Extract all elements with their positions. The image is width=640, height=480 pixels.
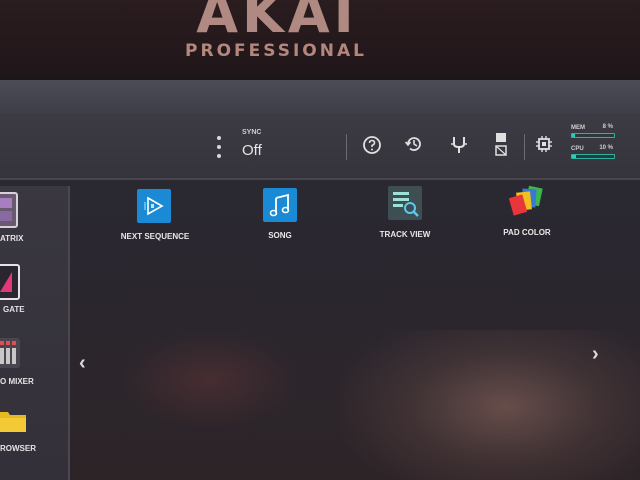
cpu-value: 10 % bbox=[599, 145, 613, 151]
track-view-icon bbox=[388, 186, 422, 220]
screen-top-strip bbox=[0, 80, 640, 114]
mem-meter bbox=[571, 133, 615, 138]
sidebar-item-label: O MIXER bbox=[0, 377, 34, 386]
prev-page-button[interactable]: ‹ bbox=[79, 352, 86, 375]
cpu-meter bbox=[571, 154, 615, 159]
chip-icon[interactable] bbox=[534, 134, 554, 154]
sidebar-item-label: ATRIX bbox=[0, 234, 24, 243]
tile-label: PAD COLOR bbox=[503, 228, 551, 237]
sync-value-button[interactable]: Off bbox=[242, 142, 262, 159]
matrix-icon bbox=[0, 192, 18, 228]
pad-color-icon bbox=[508, 184, 543, 218]
folder-icon bbox=[0, 408, 26, 432]
cpu-meter-fill bbox=[572, 155, 577, 158]
next-page-button[interactable]: › bbox=[592, 343, 599, 366]
sidebar bbox=[0, 186, 70, 480]
menu-dots-button[interactable] bbox=[214, 136, 224, 164]
help-icon[interactable] bbox=[362, 135, 382, 155]
mem-value: 8 % bbox=[602, 124, 613, 130]
brand-logo: AKAI bbox=[196, 0, 358, 45]
toolbar-divider-2 bbox=[524, 134, 525, 160]
tile-label: NEXT SEQUENCE bbox=[120, 232, 190, 241]
tile-label: TRACK VIEW bbox=[379, 230, 431, 239]
sidebar-item-label: GATE bbox=[3, 305, 25, 314]
toolbar-divider bbox=[346, 134, 347, 160]
gate-icon bbox=[0, 264, 20, 300]
song-icon bbox=[263, 188, 297, 222]
device-bezel: AKAI PROFESSIONAL bbox=[0, 0, 640, 78]
next-sequence-icon bbox=[137, 189, 171, 223]
mixer-icon bbox=[0, 338, 20, 368]
tile-label: SONG bbox=[268, 231, 292, 240]
cpu-label: CPU bbox=[571, 146, 584, 152]
history-icon[interactable] bbox=[404, 134, 424, 154]
sidebar-item-label: ROWSER bbox=[0, 444, 36, 453]
mem-meter-fill bbox=[572, 134, 576, 137]
panels-icon[interactable] bbox=[492, 131, 512, 156]
brand-subtitle: PROFESSIONAL bbox=[185, 41, 367, 61]
sync-title: SYNC bbox=[242, 129, 262, 136]
tuner-icon[interactable] bbox=[449, 134, 469, 154]
glare-2 bbox=[120, 330, 300, 430]
